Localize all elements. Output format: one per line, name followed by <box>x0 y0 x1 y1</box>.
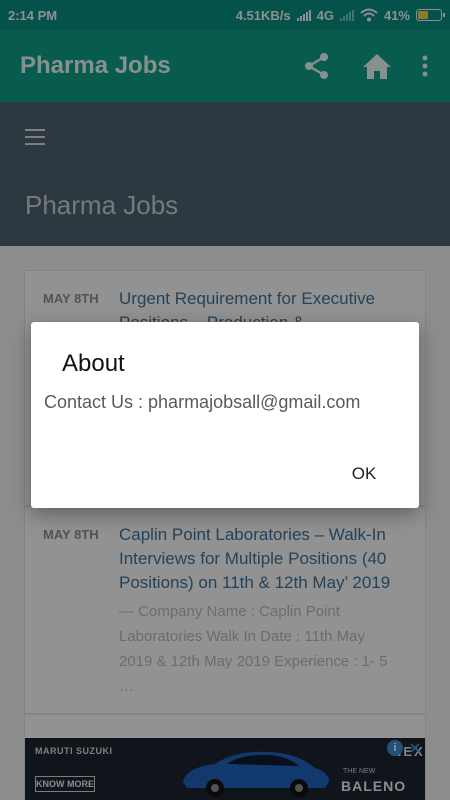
ok-button[interactable]: OK <box>341 458 387 490</box>
about-dialog: About Contact Us : pharmajobsall@gmail.c… <box>31 322 419 508</box>
dialog-message: Contact Us : pharmajobsall@gmail.com <box>44 392 361 412</box>
dialog-title: About <box>62 350 125 377</box>
